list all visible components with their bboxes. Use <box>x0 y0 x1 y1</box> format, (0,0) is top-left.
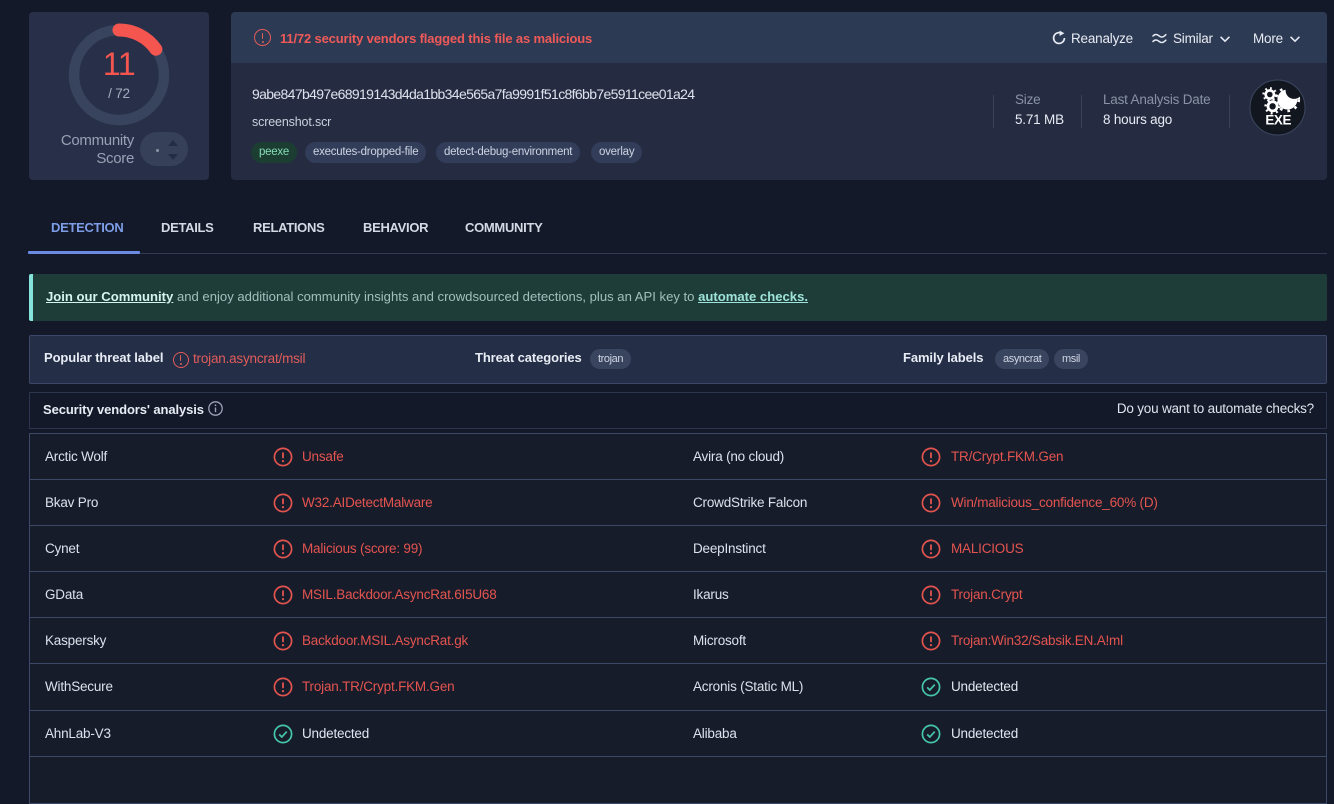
svg-text:EXE: EXE <box>1265 113 1291 128</box>
